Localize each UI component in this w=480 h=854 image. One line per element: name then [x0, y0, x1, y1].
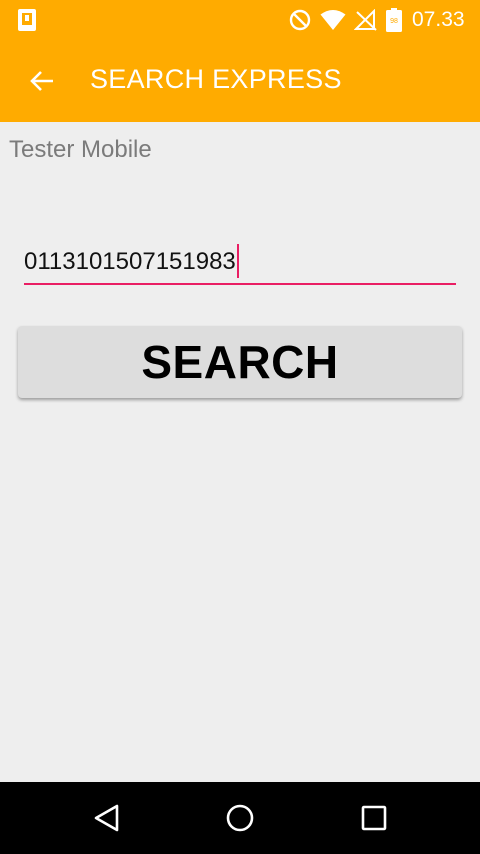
wifi-icon	[320, 8, 346, 32]
input-underline	[24, 283, 456, 285]
nav-home-button[interactable]	[216, 794, 264, 842]
no-signal-icon	[354, 8, 378, 32]
tracking-number-input[interactable]: 0113101507151983	[24, 243, 239, 278]
battery-icon: 98	[386, 8, 402, 32]
do-not-disturb-icon	[289, 8, 311, 32]
text-cursor	[236, 243, 239, 278]
navigation-bar	[0, 782, 480, 854]
arrow-back-icon	[30, 71, 53, 91]
status-bar: 98 07.33	[0, 0, 480, 40]
recents-square-icon	[361, 805, 387, 831]
tracking-number-value: 0113101507151983	[24, 248, 236, 275]
app-bar: SEARCH EXPRESS	[0, 40, 480, 122]
status-clock: 07.33	[412, 8, 465, 31]
search-button-label: SEARCH	[141, 336, 339, 388]
tracking-number-field[interactable]: 0113101507151983	[24, 240, 456, 286]
search-button[interactable]: SEARCH	[18, 326, 462, 398]
back-triangle-icon	[94, 804, 119, 832]
battery-level: 98	[390, 18, 398, 25]
nav-back-button[interactable]	[83, 794, 131, 842]
app-title: SEARCH EXPRESS	[90, 64, 342, 94]
back-button[interactable]	[18, 57, 66, 105]
user-subtitle: Tester Mobile	[9, 136, 152, 163]
nav-recents-button[interactable]	[350, 794, 398, 842]
home-circle-icon	[226, 804, 254, 832]
sim-card-icon	[16, 8, 38, 32]
